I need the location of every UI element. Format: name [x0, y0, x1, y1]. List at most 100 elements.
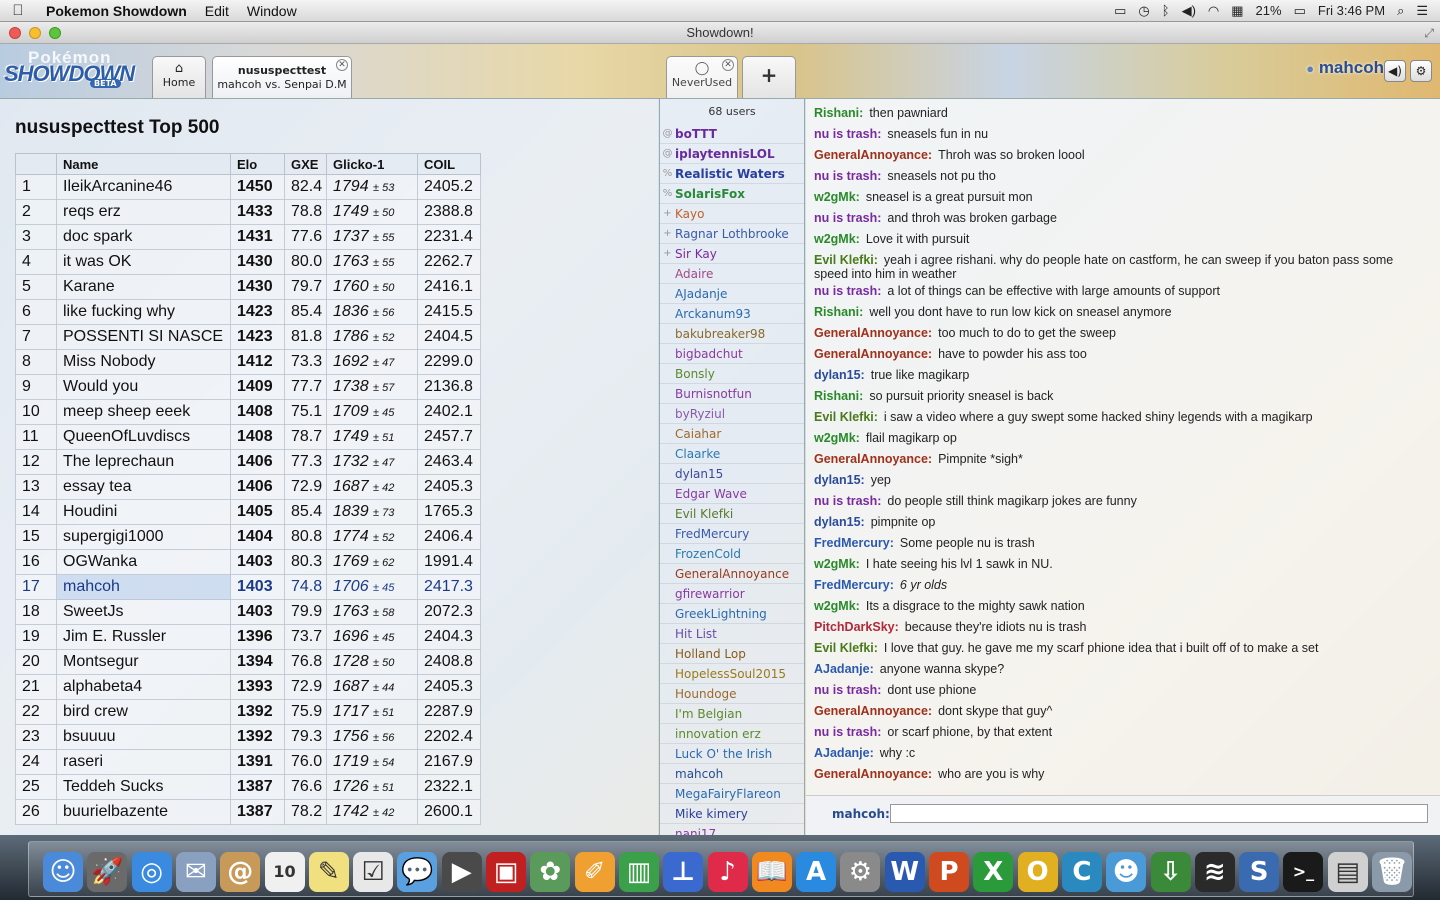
apple-menu-icon[interactable]:  — [0, 2, 36, 19]
word-icon[interactable]: W — [884, 852, 925, 892]
player-name-link[interactable]: Teddeh Sucks — [56, 774, 231, 800]
chat-username[interactable]: FredMercury: — [814, 536, 894, 550]
zoom-window-icon[interactable] — [49, 27, 61, 39]
player-name-link[interactable]: QueenOfLuvdiscs — [56, 424, 231, 450]
flag-icon[interactable]: ▦ — [1231, 3, 1243, 19]
chat-username[interactable]: GeneralAnnoyance: — [814, 326, 932, 340]
user-list-item[interactable]: Bonsly — [660, 364, 804, 384]
user-list-item[interactable]: GreekLightning — [660, 604, 804, 624]
user-count[interactable]: 68 users — [660, 99, 804, 124]
chat-username[interactable]: nu is trash: — [814, 127, 881, 141]
user-list-item[interactable]: AJadanje — [660, 284, 804, 304]
tab-home[interactable]: ⌂ Home — [152, 56, 206, 98]
chat-username[interactable]: GeneralAnnoyance: — [814, 452, 932, 466]
chat-username[interactable]: GeneralAnnoyance: — [814, 767, 932, 781]
chat-username[interactable]: FredMercury: — [814, 578, 894, 592]
player-name-link[interactable]: mahcoh — [56, 574, 231, 600]
player-name-link[interactable]: OGWanka — [56, 549, 231, 575]
user-list-item[interactable]: innovation erz — [660, 724, 804, 744]
chat-input[interactable] — [890, 804, 1428, 823]
user-list-item[interactable]: FredMercury — [660, 524, 804, 544]
player-name-link[interactable]: alphabeta4 — [56, 674, 231, 700]
keynote-icon[interactable]: ⊥ — [663, 852, 704, 892]
chat-username[interactable]: GeneralAnnoyance: — [814, 347, 932, 361]
contacts-icon[interactable]: @ — [220, 852, 261, 892]
chat-username[interactable]: Rishani: — [814, 305, 863, 319]
player-name-link[interactable]: essay tea — [56, 474, 231, 500]
airplay-icon[interactable]: ▭ — [1114, 3, 1126, 19]
user-list-item[interactable]: @ boTTT — [660, 124, 804, 144]
user-list-item[interactable]: mahcoh — [660, 764, 804, 784]
chat-username[interactable]: nu is trash: — [814, 683, 881, 697]
username-button[interactable]: ● mahcoh — [1306, 58, 1384, 78]
mail-icon[interactable]: ✉ — [175, 852, 216, 892]
options-button[interactable]: ⚙ — [1410, 60, 1432, 82]
user-list-item[interactable]: Arckanum93 — [660, 304, 804, 324]
download-icon[interactable]: ⇩ — [1150, 852, 1191, 892]
user-list-item[interactable]: @ iplaytennisLOL — [660, 144, 804, 164]
trash-icon[interactable]: 🗑 — [1372, 852, 1412, 892]
chat-username[interactable]: nu is trash: — [814, 725, 881, 739]
showdown-icon[interactable]: S — [1239, 852, 1280, 892]
chat-username[interactable]: dylan15: — [814, 368, 865, 382]
user-list-item[interactable]: % SolarisFox — [660, 184, 804, 204]
chat-username[interactable]: nu is trash: — [814, 211, 881, 225]
minimize-window-icon[interactable] — [29, 27, 41, 39]
chat-username[interactable]: w2gMk: — [814, 431, 860, 445]
chat-username[interactable]: Evil Klefki: — [814, 410, 878, 424]
user-list-item[interactable]: Caiahar — [660, 424, 804, 444]
user-list-item[interactable]: dylan15 — [660, 464, 804, 484]
spotlight-icon[interactable]: ⌕ — [1397, 3, 1404, 19]
numbers-icon[interactable]: ▥ — [618, 852, 659, 892]
user-list-item[interactable]: Evil Klefki — [660, 504, 804, 524]
chat-username[interactable]: w2gMk: — [814, 232, 860, 246]
menu-edit[interactable]: Edit — [196, 3, 238, 19]
tab-room-neverused[interactable]: ◯ NeverUsed ✕ — [666, 56, 738, 98]
new-tab-button[interactable]: + — [742, 56, 796, 98]
menu-app-name[interactable]: Pokemon Showdown — [36, 3, 196, 19]
user-list-item[interactable]: GeneralAnnoyance — [660, 564, 804, 584]
player-name-link[interactable]: Houdini — [56, 499, 231, 525]
itunes-icon[interactable]: ♪ — [707, 852, 748, 892]
documents-icon[interactable]: ▤ — [1327, 852, 1368, 892]
user-list-item[interactable]: Adaire — [660, 264, 804, 284]
close-tab-icon[interactable]: ✕ — [722, 59, 734, 71]
user-list-item[interactable]: Hit List — [660, 624, 804, 644]
player-name-link[interactable]: Montsegur — [56, 649, 231, 675]
tab-battle[interactable]: nususpecttest mahcoh vs. Senpai D.M ✕ — [212, 56, 352, 98]
notes-icon[interactable]: ✎ — [308, 852, 349, 892]
reminders-icon[interactable]: ☑ — [353, 852, 394, 892]
player-name-link[interactable]: Would you — [56, 374, 231, 400]
user-list-item[interactable]: Edgar Wave — [660, 484, 804, 504]
sound-button[interactable]: ◀) — [1384, 60, 1406, 82]
user-list-item[interactable]: gfirewarrior — [660, 584, 804, 604]
player-name-link[interactable]: doc spark — [56, 224, 231, 250]
volume-icon[interactable]: ◀) — [1182, 3, 1196, 19]
close-tab-icon[interactable]: ✕ — [336, 59, 348, 71]
clock[interactable]: Fri 3:46 PM — [1318, 3, 1385, 18]
safari-icon[interactable]: ◎ — [131, 852, 172, 892]
player-name-link[interactable]: it was OK — [56, 249, 231, 275]
powerpoint-icon[interactable]: P — [929, 852, 969, 892]
excel-icon[interactable]: X — [973, 852, 1014, 892]
chat-username[interactable]: Rishani: — [814, 106, 863, 120]
close-window-icon[interactable] — [9, 27, 21, 39]
user-list-item[interactable]: bigbadchut — [660, 344, 804, 364]
battery-percent[interactable]: 21% — [1256, 3, 1282, 18]
notification-center-icon[interactable]: ☰ — [1416, 3, 1428, 19]
player-name-link[interactable]: reqs erz — [56, 199, 231, 225]
user-list-item[interactable]: Claarke — [660, 444, 804, 464]
chat-username[interactable]: w2gMk: — [814, 190, 860, 204]
user-list-item[interactable]: MegaFairyFlareon — [660, 784, 804, 804]
player-name-link[interactable]: bsuuuu — [56, 724, 231, 750]
user-list-item[interactable]: Burnisnotfun — [660, 384, 804, 404]
fullscreen-icon[interactable]: ⤢ — [1424, 22, 1434, 44]
user-list-item[interactable]: nani17 — [660, 824, 804, 835]
showdown-logo[interactable]: Pokémon SHOWDOWN BETA — [4, 48, 146, 92]
launchpad-icon[interactable]: 🚀 — [87, 852, 128, 892]
user-list-item[interactable]: bakubreaker98 — [660, 324, 804, 344]
user-list-item[interactable]: byRyziul — [660, 404, 804, 424]
user-list-item[interactable]: I'm Belgian — [660, 704, 804, 724]
time-machine-icon[interactable]: ◷ — [1138, 3, 1149, 19]
user-list-item[interactable]: + Sir Kay — [660, 244, 804, 264]
